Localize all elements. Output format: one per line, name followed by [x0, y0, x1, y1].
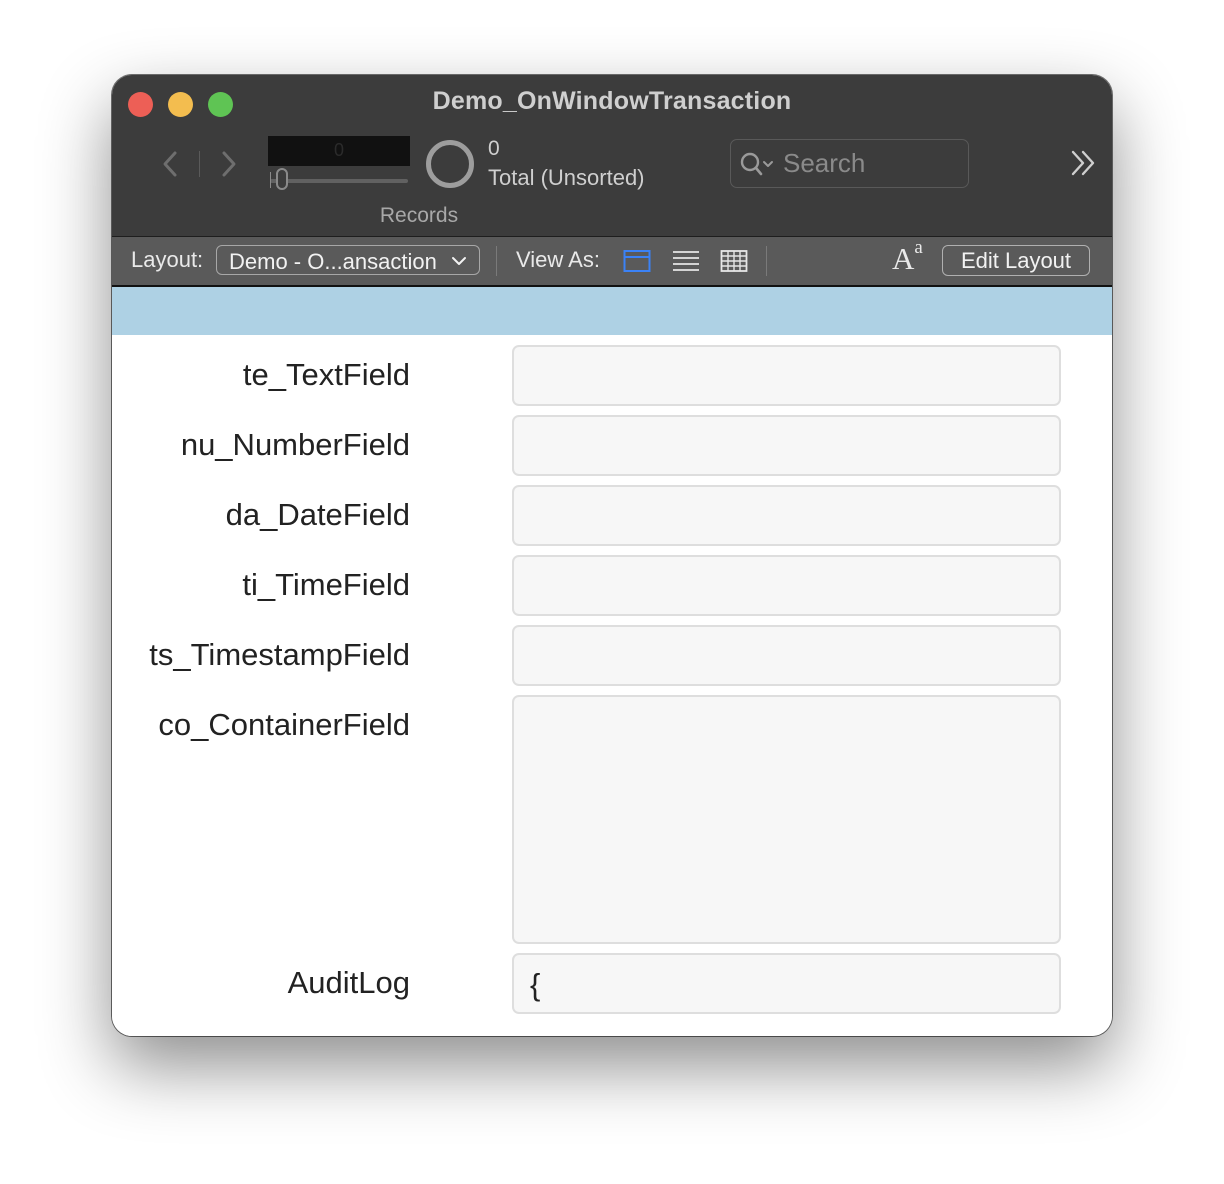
- view-as-form-button[interactable]: [623, 249, 651, 273]
- layout-dropdown[interactable]: Demo - O...ansaction: [216, 245, 480, 275]
- double-chevron-right-icon: [1071, 150, 1095, 176]
- view-as-list-button[interactable]: [672, 249, 700, 273]
- edit-layout-button[interactable]: Edit Layout: [942, 245, 1090, 276]
- ts-timestampfield-label: ts_TimestampField: [149, 637, 410, 672]
- record-slider[interactable]: [270, 179, 408, 183]
- list-view-icon: [673, 251, 699, 271]
- auditlog-label: AuditLog: [287, 965, 410, 1000]
- ti-timefield-label: ti_TimeField: [242, 567, 410, 602]
- current-record-number: 0: [333, 140, 344, 160]
- layout-dropdown-value: Demo - O...ansaction: [229, 249, 437, 274]
- quick-find-search[interactable]: [730, 139, 969, 188]
- nu-numberfield-label: nu_NumberField: [180, 427, 410, 462]
- record-slider-handle[interactable]: [276, 168, 288, 190]
- ts-timestampfield-input[interactable]: [512, 625, 1061, 686]
- chevron-down-icon: [452, 257, 466, 265]
- te-textfield-input[interactable]: [512, 345, 1061, 406]
- record-slider-tick: [270, 172, 271, 188]
- text-formatting-icon[interactable]: Aa: [892, 237, 923, 277]
- layout-bar: Layout: Demo - O...ansaction View As: Aa…: [112, 237, 1112, 287]
- form-body: te_TextField nu_NumberField da_DateField…: [112, 335, 1112, 1036]
- records-label: Records: [379, 204, 459, 227]
- auditlog-value: {: [530, 967, 541, 1002]
- found-status: Total (Unsorted): [488, 165, 645, 190]
- previous-record-button[interactable]: [158, 147, 184, 181]
- te-textfield-label: te_TextField: [242, 357, 410, 392]
- found-set-pie-icon: [426, 140, 474, 188]
- chevron-left-icon: [163, 151, 177, 177]
- auditlog-input[interactable]: {: [512, 953, 1061, 1014]
- da-datefield-label: da_DateField: [225, 497, 410, 532]
- form-view-icon: [623, 250, 651, 272]
- nu-numberfield-input[interactable]: [512, 415, 1061, 476]
- toolbar-overflow-button[interactable]: [1068, 147, 1100, 179]
- search-icon: [740, 152, 773, 176]
- layout-header-band: [112, 287, 1112, 335]
- found-count: 0: [488, 137, 500, 160]
- ti-timefield-input[interactable]: [512, 555, 1061, 616]
- search-input[interactable]: [783, 148, 961, 178]
- view-as-label: View As:: [516, 247, 600, 272]
- layout-label: Layout:: [131, 247, 204, 272]
- nav-divider: [199, 151, 200, 177]
- layout-bar-divider: [496, 246, 497, 276]
- table-view-icon: [720, 250, 748, 272]
- co-containerfield-input[interactable]: [512, 695, 1061, 944]
- current-record-field[interactable]: 0: [268, 136, 410, 166]
- layout-bar-divider-2: [766, 246, 767, 276]
- view-as-table-button[interactable]: [720, 249, 748, 273]
- next-record-button[interactable]: [215, 147, 241, 181]
- chevron-right-icon: [222, 151, 236, 177]
- title-toolbar: Demo_OnWindowTransaction 0 Records 0 Tot…: [112, 75, 1112, 237]
- app-window: Demo_OnWindowTransaction 0 Records 0 Tot…: [112, 75, 1112, 1036]
- da-datefield-input[interactable]: [512, 485, 1061, 546]
- text-formatting-sup: a: [914, 236, 923, 258]
- window-title: Demo_OnWindowTransaction: [432, 87, 792, 115]
- text-formatting-main: A: [892, 241, 915, 276]
- co-containerfield-label: co_ContainerField: [158, 707, 410, 742]
